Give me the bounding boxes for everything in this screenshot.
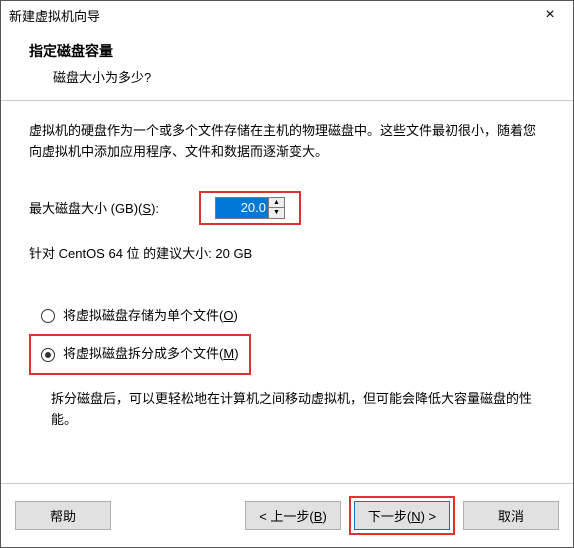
page-title: 指定磁盘容量 (29, 41, 545, 61)
next-button[interactable]: 下一步(N) > (354, 501, 450, 530)
disk-size-spinner[interactable]: ▲ ▼ (215, 197, 285, 219)
split-description: 拆分磁盘后，可以更轻松地在计算机之间移动虚拟机，但可能会降低大容量磁盘的性能。 (29, 389, 545, 431)
radio-single-file[interactable]: 将虚拟磁盘存储为单个文件(O) (29, 304, 545, 329)
back-button[interactable]: < 上一步(B) (245, 501, 341, 530)
radio-multi-label: 将虚拟磁盘拆分成多个文件(M) (63, 342, 239, 367)
spinner-buttons: ▲ ▼ (268, 198, 284, 218)
titlebar: 新建虚拟机向导 × (1, 1, 573, 29)
wizard-header: 指定磁盘容量 磁盘大小为多少? (1, 29, 573, 101)
spinner-up-icon[interactable]: ▲ (269, 198, 284, 208)
disk-size-label: 最大磁盘大小 (GB)(S): (29, 198, 159, 217)
help-button[interactable]: 帮助 (15, 501, 111, 530)
description-text: 虚拟机的硬盘作为一个或多个文件存储在主机的物理磁盘中。这些文件最初很小，随着您向… (29, 121, 545, 163)
cancel-button[interactable]: 取消 (463, 501, 559, 530)
window-title: 新建虚拟机向导 (9, 6, 100, 25)
radio-multi-highlight: 将虚拟磁盘拆分成多个文件(M) (29, 334, 251, 375)
disk-storage-options: 将虚拟磁盘存储为单个文件(O) 将虚拟磁盘拆分成多个文件(M) 拆分磁盘后，可以… (29, 304, 545, 431)
page-subtitle: 磁盘大小为多少? (29, 67, 545, 86)
recommended-size-text: 针对 CentOS 64 位 的建议大小: 20 GB (29, 243, 545, 262)
close-icon[interactable]: × (535, 6, 565, 24)
disk-size-highlight: ▲ ▼ (199, 191, 301, 225)
disk-size-input[interactable] (216, 198, 268, 218)
radio-icon (41, 348, 55, 362)
button-bar: 帮助 < 上一步(B) 下一步(N) > 取消 (1, 483, 573, 547)
content-area: 虚拟机的硬盘作为一个或多个文件存储在主机的物理磁盘中。这些文件最初很小，随着您向… (1, 101, 573, 451)
next-button-highlight: 下一步(N) > (349, 496, 455, 535)
spinner-down-icon[interactable]: ▼ (269, 208, 284, 218)
radio-multiple-files[interactable]: 将虚拟磁盘拆分成多个文件(M) (41, 342, 239, 367)
radio-single-label: 将虚拟磁盘存储为单个文件(O) (63, 304, 238, 329)
radio-icon (41, 309, 55, 323)
disk-size-row: 最大磁盘大小 (GB)(S): ▲ ▼ (29, 191, 545, 225)
